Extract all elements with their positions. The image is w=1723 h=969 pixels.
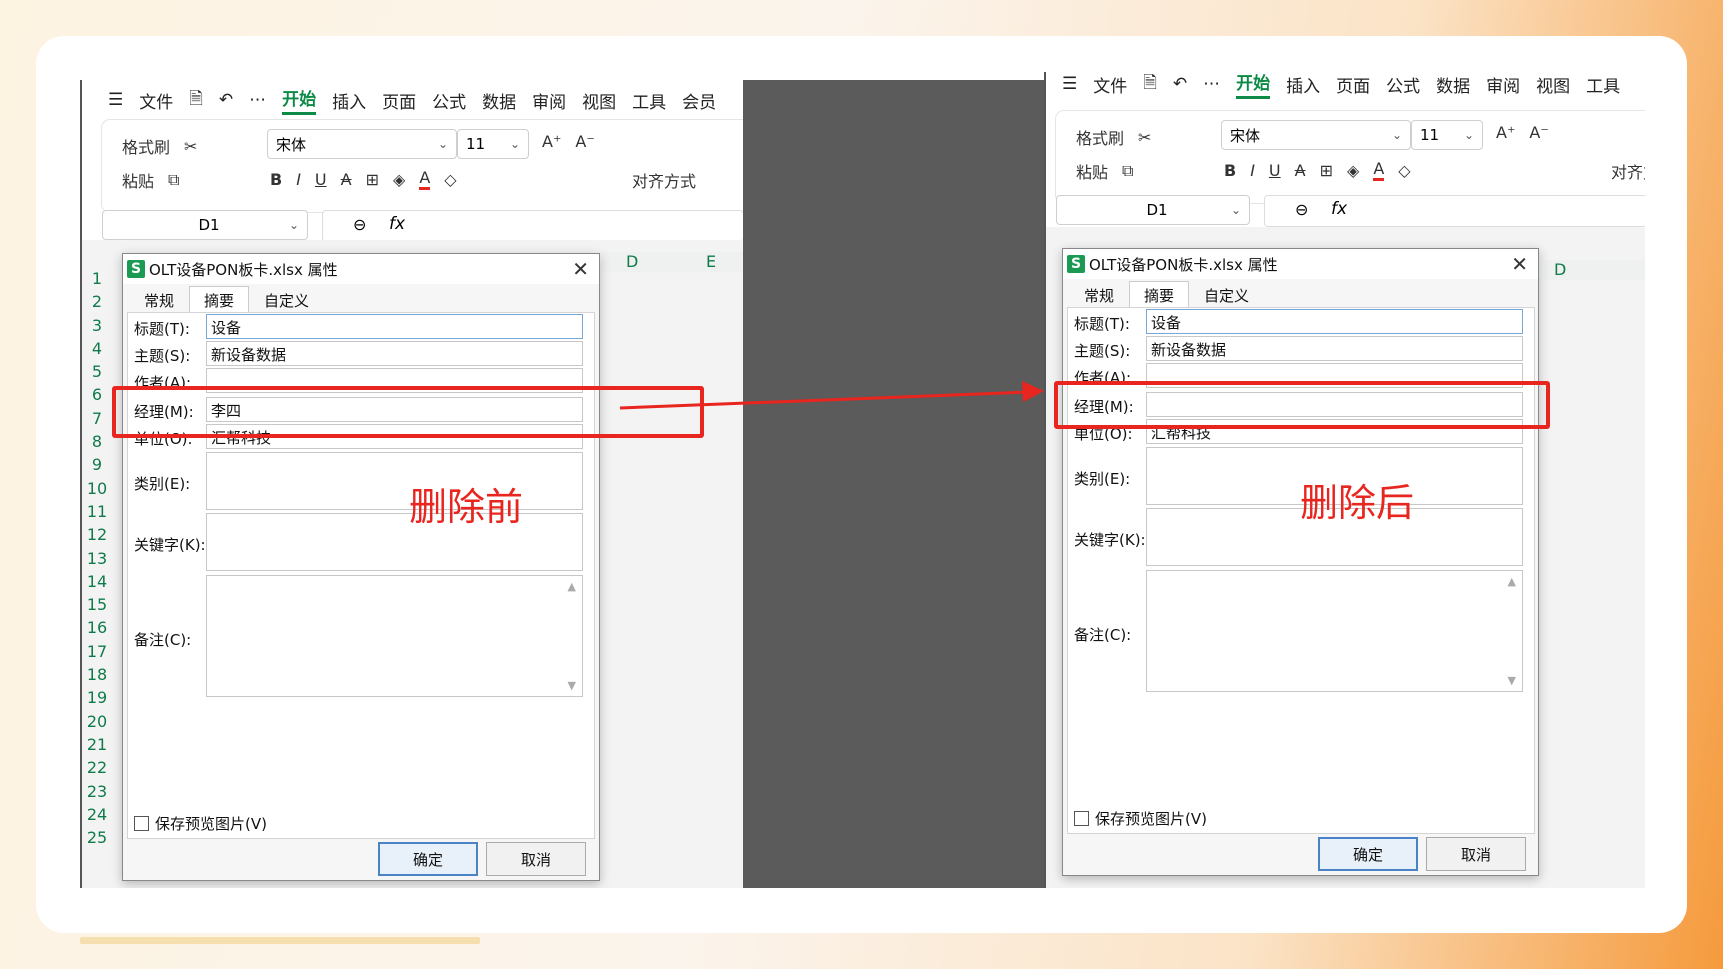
arrow-icon — [619, 381, 1044, 410]
